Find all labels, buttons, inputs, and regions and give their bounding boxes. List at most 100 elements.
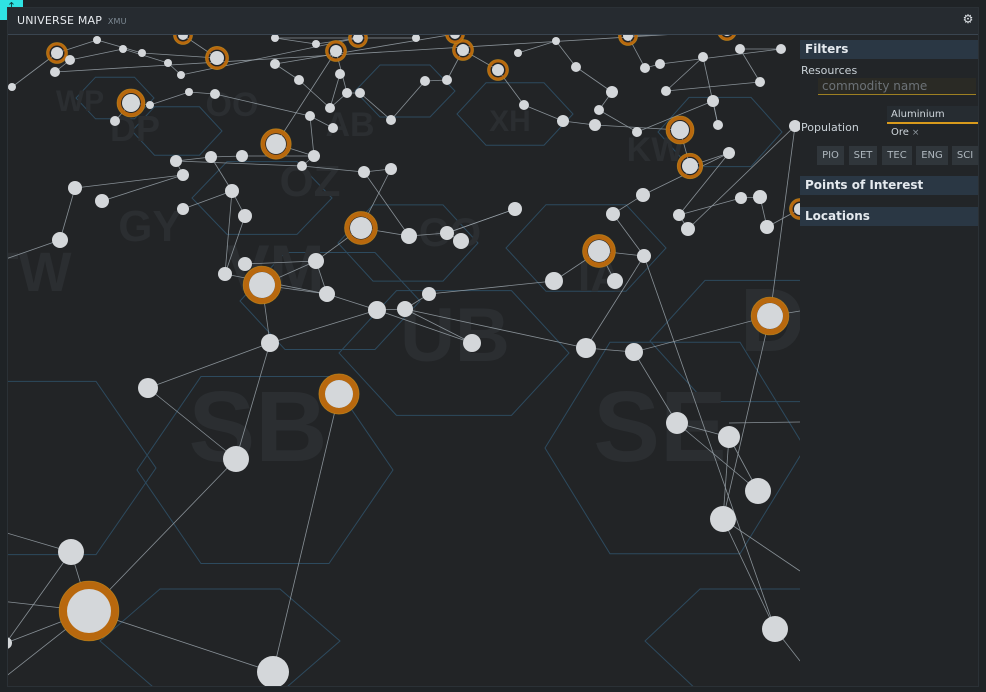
- system-node[interactable]: [58, 539, 84, 565]
- gear-icon[interactable]: ⚙: [961, 12, 975, 26]
- system-node[interactable]: [138, 378, 158, 398]
- population-button-sci[interactable]: SCI: [952, 146, 978, 165]
- system-node[interactable]: [205, 151, 217, 163]
- system-node[interactable]: [119, 45, 127, 53]
- system-node[interactable]: [386, 115, 396, 125]
- system-node[interactable]: [65, 55, 75, 65]
- system-node[interactable]: [308, 253, 324, 269]
- system-node-highlighted[interactable]: [344, 211, 378, 245]
- system-node[interactable]: [422, 287, 436, 301]
- system-node[interactable]: [557, 115, 569, 127]
- system-node[interactable]: [8, 83, 16, 91]
- system-node[interactable]: [218, 267, 232, 281]
- system-node[interactable]: [666, 412, 688, 434]
- system-node[interactable]: [325, 103, 335, 113]
- system-node[interactable]: [146, 101, 154, 109]
- system-node[interactable]: [776, 44, 786, 54]
- system-node[interactable]: [68, 181, 82, 195]
- system-node[interactable]: [50, 67, 60, 77]
- system-node-highlighted[interactable]: [789, 198, 801, 220]
- system-node-highlighted[interactable]: [325, 40, 347, 62]
- system-node-highlighted[interactable]: [487, 59, 509, 81]
- system-node[interactable]: [238, 257, 252, 271]
- system-node[interactable]: [270, 59, 280, 69]
- system-node[interactable]: [355, 88, 365, 98]
- system-node[interactable]: [328, 123, 338, 133]
- system-node[interactable]: [177, 71, 185, 79]
- system-node[interactable]: [681, 222, 695, 236]
- system-node[interactable]: [519, 100, 529, 110]
- system-node[interactable]: [589, 119, 601, 131]
- system-node[interactable]: [594, 105, 604, 115]
- filters-header[interactable]: Filters: [800, 40, 978, 59]
- system-node[interactable]: [735, 192, 747, 204]
- system-node[interactable]: [368, 301, 386, 319]
- system-node[interactable]: [138, 49, 146, 57]
- system-node[interactable]: [508, 202, 522, 216]
- population-button-set[interactable]: SET: [849, 146, 877, 165]
- population-button-tec[interactable]: TEC: [882, 146, 912, 165]
- locations-header[interactable]: Locations: [800, 207, 978, 226]
- system-node[interactable]: [571, 62, 581, 72]
- system-node[interactable]: [305, 111, 315, 121]
- system-node[interactable]: [335, 69, 345, 79]
- system-node[interactable]: [342, 88, 352, 98]
- system-node-highlighted[interactable]: [260, 128, 292, 160]
- system-node[interactable]: [673, 209, 685, 221]
- map-svg[interactable]: WPDPOOOZGYTWVMUBSBSEXHKWIADIGOAB: [8, 35, 800, 686]
- system-node[interactable]: [655, 59, 665, 69]
- population-button-pio[interactable]: PIO: [817, 146, 844, 165]
- system-node[interactable]: [177, 169, 189, 181]
- system-node[interactable]: [606, 86, 618, 98]
- system-node[interactable]: [185, 88, 193, 96]
- system-node[interactable]: [52, 232, 68, 248]
- system-node[interactable]: [707, 95, 719, 107]
- system-node[interactable]: [576, 338, 596, 358]
- points-of-interest-header[interactable]: Points of Interest: [800, 176, 978, 195]
- system-node-highlighted[interactable]: [205, 46, 229, 70]
- system-node[interactable]: [397, 301, 413, 317]
- system-node[interactable]: [625, 343, 643, 361]
- system-node-highlighted[interactable]: [242, 265, 282, 305]
- system-node[interactable]: [308, 150, 320, 162]
- system-node[interactable]: [753, 190, 767, 204]
- system-node[interactable]: [358, 166, 370, 178]
- system-node[interactable]: [271, 35, 279, 42]
- system-node-highlighted[interactable]: [58, 580, 120, 642]
- system-node[interactable]: [463, 334, 481, 352]
- system-node[interactable]: [514, 49, 522, 57]
- universe-map-canvas[interactable]: WPDPOOOZGYTWVMUBSBSEXHKWIADIGOAB: [8, 35, 800, 686]
- system-node[interactable]: [632, 127, 642, 137]
- population-button-eng[interactable]: ENG: [916, 146, 948, 165]
- system-node[interactable]: [294, 75, 304, 85]
- system-node[interactable]: [297, 161, 307, 171]
- system-node[interactable]: [95, 194, 109, 208]
- system-node[interactable]: [735, 44, 745, 54]
- system-node[interactable]: [636, 188, 650, 202]
- system-node[interactable]: [640, 63, 650, 73]
- system-node-highlighted[interactable]: [173, 35, 193, 45]
- system-node[interactable]: [713, 120, 723, 130]
- commodity-search-input[interactable]: [818, 78, 976, 95]
- system-node[interactable]: [637, 249, 651, 263]
- system-node[interactable]: [545, 272, 563, 290]
- system-node[interactable]: [93, 36, 101, 44]
- system-node[interactable]: [110, 116, 120, 126]
- system-node[interactable]: [661, 86, 671, 96]
- system-node[interactable]: [177, 203, 189, 215]
- system-node[interactable]: [698, 52, 708, 62]
- system-node[interactable]: [440, 226, 454, 240]
- system-node[interactable]: [710, 506, 736, 532]
- resource-tag[interactable]: Aluminium Ore ×: [887, 106, 978, 138]
- system-node-highlighted[interactable]: [717, 35, 737, 41]
- system-node[interactable]: [760, 220, 774, 234]
- system-node-highlighted[interactable]: [318, 373, 360, 415]
- system-node[interactable]: [312, 40, 320, 48]
- system-node-highlighted[interactable]: [46, 42, 68, 64]
- system-node[interactable]: [401, 228, 417, 244]
- system-node[interactable]: [453, 233, 469, 249]
- system-node[interactable]: [170, 155, 182, 167]
- system-node[interactable]: [238, 209, 252, 223]
- system-node[interactable]: [718, 426, 740, 448]
- system-node[interactable]: [762, 616, 788, 642]
